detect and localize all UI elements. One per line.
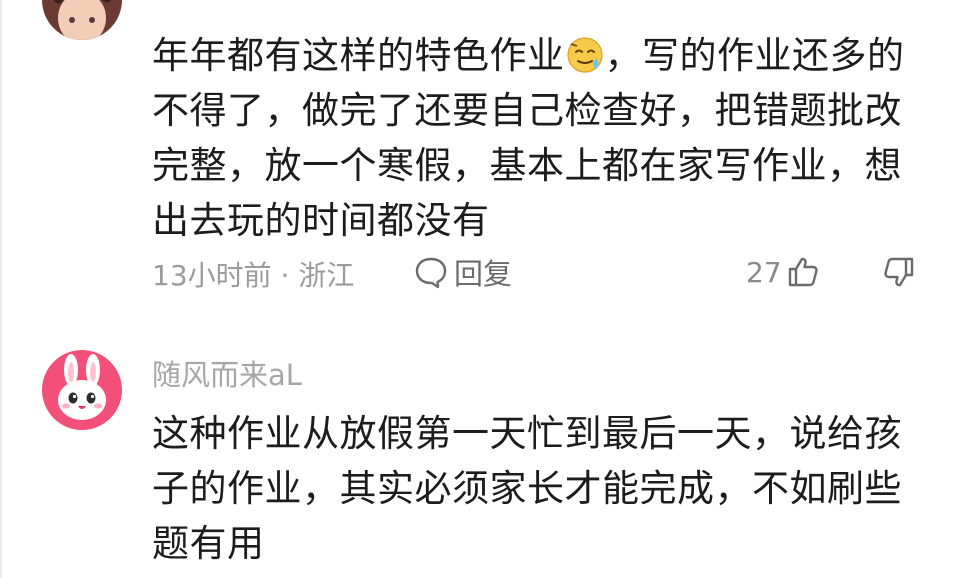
dislike-button[interactable] [882, 252, 916, 292]
left-edge-divider [0, 0, 2, 578]
thumbs-down-icon [884, 257, 914, 287]
avatar[interactable] [42, 350, 122, 430]
comment-text: 这种作业从放假第一天忙到最后一天，说给孩子的作业，其实必须家长才能完成，不如刷些… [152, 412, 902, 565]
reply-label: 回复 [454, 257, 513, 291]
comment-text: 年年都有这样的特色作业 ，写的作业还多的不得了，做完了还要自己检查好，把错题批改… [152, 28, 922, 248]
pink-bunny-avatar-icon [42, 350, 122, 430]
like-count: 27 [746, 255, 782, 289]
time-location: 13小时前 · 浙江 [152, 259, 355, 292]
thumbs-up-icon [788, 257, 818, 287]
sweat-smile-emoji-icon [565, 34, 605, 74]
comment-meta-row: 13小时前 · 浙江 回复 27 [152, 254, 932, 294]
reply-button[interactable]: 回复 [414, 252, 512, 292]
avatar[interactable] [42, 0, 122, 40]
reply-bubble-icon [415, 257, 447, 289]
anime-avatar-icon [42, 0, 122, 40]
comment-text-part: 年年都有这样的特色作业 [152, 34, 565, 77]
username[interactable]: 随风而来aL [152, 352, 302, 394]
like-button[interactable]: 27 [746, 252, 820, 292]
